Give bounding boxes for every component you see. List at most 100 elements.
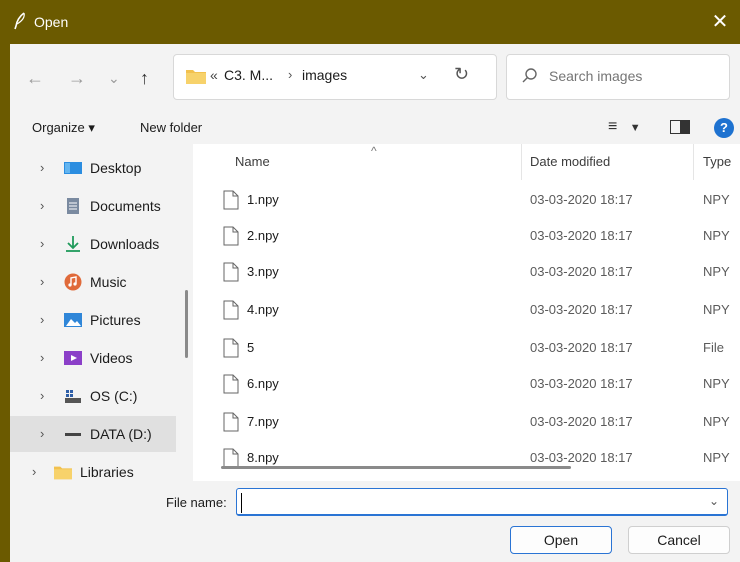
sidebar-item-music[interactable]: › Music <box>10 264 176 300</box>
file-name-input[interactable] <box>241 493 706 513</box>
chevron-right-icon[interactable]: › <box>40 236 44 251</box>
file-icon <box>223 412 239 432</box>
sidebar-item-downloads[interactable]: › Downloads <box>10 226 176 262</box>
open-button[interactable]: Open <box>510 526 612 554</box>
column-header-name[interactable]: Name <box>235 154 270 169</box>
sidebar-item-label: Documents <box>90 198 161 214</box>
music-icon <box>64 273 82 291</box>
chevron-right-icon[interactable]: › <box>40 160 44 175</box>
column-divider[interactable] <box>693 144 694 180</box>
chevron-right-icon[interactable]: › <box>40 198 44 213</box>
sidebar-item-label: Music <box>90 274 127 290</box>
file-icon <box>223 190 239 210</box>
caret-down-icon: ▼ <box>629 122 641 134</box>
help-icon: ? <box>720 120 728 135</box>
navigation-bar: ← → ⌄ ↑ « C3. M... › images ⌄ ↻ <box>10 44 740 112</box>
close-button[interactable]: ✕ <box>700 0 740 44</box>
table-row[interactable]: 8.npy 03-03-2020 18:17 NPY <box>193 440 740 476</box>
table-row[interactable]: 1.npy 03-03-2020 18:17 NPY <box>193 182 740 218</box>
back-button[interactable]: ← <box>26 68 44 89</box>
up-button[interactable]: ↑ <box>140 68 149 89</box>
chevron-right-icon[interactable]: › <box>40 388 44 403</box>
file-type: NPY <box>703 414 730 429</box>
file-icon <box>223 374 239 394</box>
cancel-button[interactable]: Cancel <box>628 526 730 554</box>
open-file-dialog: Open ✕ ← → ⌄ ↑ « C3. M... › images ⌄ ↻ S… <box>0 0 740 562</box>
new-folder-button[interactable]: New folder <box>140 120 202 135</box>
sidebar-item-data-d[interactable]: › DATA (D:) <box>10 416 176 452</box>
column-divider[interactable] <box>521 144 522 180</box>
command-bar: Organize ▾ New folder ≡ ▼ ? <box>10 112 740 144</box>
drive-c-icon <box>65 390 81 403</box>
chevron-down-icon[interactable]: ⌄ <box>709 494 719 508</box>
column-header-type[interactable]: Type <box>703 154 731 169</box>
sidebar-item-label: DATA (D:) <box>90 426 152 442</box>
file-list-horizontal-scrollbar[interactable] <box>221 466 571 469</box>
address-segment-current[interactable]: images <box>302 67 347 83</box>
file-name: 7.npy <box>247 414 279 429</box>
file-icon <box>223 300 239 320</box>
table-row[interactable]: 2.npy 03-03-2020 18:17 NPY <box>193 218 740 254</box>
sidebar-scrollbar[interactable] <box>185 290 188 358</box>
sidebar-item-pictures[interactable]: › Pictures <box>10 302 176 338</box>
file-name: 2.npy <box>247 228 279 243</box>
file-date: 03-03-2020 18:17 <box>530 228 633 243</box>
pictures-icon <box>64 313 82 327</box>
address-segment-parent[interactable]: C3. M... <box>224 67 273 83</box>
file-name-label: File name: <box>166 495 227 510</box>
sidebar-item-os-c[interactable]: › OS (C:) <box>10 378 176 414</box>
videos-icon <box>64 351 82 365</box>
downloads-icon <box>66 236 80 252</box>
chevron-right-icon[interactable]: › <box>40 426 44 441</box>
file-icon <box>223 338 239 358</box>
sidebar-item-libraries[interactable]: › Libraries <box>10 454 176 481</box>
chevron-right-icon[interactable]: › <box>40 312 44 327</box>
libraries-icon <box>54 466 72 480</box>
navigation-pane: › Desktop › Documents › Downloads › Musi… <box>10 144 193 481</box>
table-row[interactable]: 7.npy 03-03-2020 18:17 NPY <box>193 404 740 440</box>
window-title: Open <box>34 14 69 30</box>
chevron-right-icon[interactable]: › <box>288 67 292 82</box>
table-row[interactable]: 5 03-03-2020 18:17 File <box>193 330 740 366</box>
view-options-button[interactable]: ≡ ▼ <box>608 118 641 136</box>
organize-button[interactable]: Organize ▾ <box>32 120 95 136</box>
help-button[interactable]: ? <box>714 118 734 138</box>
sidebar-item-desktop[interactable]: › Desktop <box>10 150 176 186</box>
file-name-combobox[interactable]: ⌄ <box>236 488 728 516</box>
preview-pane-icon[interactable] <box>670 120 690 134</box>
forward-button[interactable]: → <box>68 68 86 89</box>
table-row[interactable]: 4.npy 03-03-2020 18:17 NPY <box>193 292 740 328</box>
chevron-right-icon[interactable]: › <box>40 350 44 365</box>
list-view-icon: ≡ <box>608 118 618 135</box>
table-row[interactable]: 6.npy 03-03-2020 18:17 NPY <box>193 366 740 402</box>
table-row[interactable]: 3.npy 03-03-2020 18:17 NPY <box>193 254 740 290</box>
sidebar-item-videos[interactable]: › Videos <box>10 340 176 376</box>
file-type: NPY <box>703 376 730 391</box>
search-box[interactable] <box>506 54 730 100</box>
file-type: NPY <box>703 450 730 465</box>
file-icon <box>223 226 239 246</box>
address-bar[interactable]: « C3. M... › images ⌄ ↻ <box>173 54 497 100</box>
chevron-right-icon[interactable]: › <box>40 274 44 289</box>
sort-ascending-icon: ^ <box>371 144 377 158</box>
sidebar-item-documents[interactable]: › Documents <box>10 188 176 224</box>
file-date: 03-03-2020 18:17 <box>530 414 633 429</box>
file-type: NPY <box>703 228 730 243</box>
search-icon <box>522 68 537 83</box>
file-name: 6.npy <box>247 376 279 391</box>
chevron-down-icon[interactable]: ⌄ <box>418 67 429 83</box>
address-overflow[interactable]: « <box>210 67 218 83</box>
column-header-date-modified[interactable]: Date modified <box>530 154 610 169</box>
chevron-right-icon[interactable]: › <box>32 464 36 479</box>
file-date: 03-03-2020 18:17 <box>530 376 633 391</box>
file-icon <box>223 262 239 282</box>
refresh-icon[interactable]: ↻ <box>454 64 469 85</box>
drive-d-icon <box>65 433 81 436</box>
recent-locations-button[interactable]: ⌄ <box>108 70 120 87</box>
search-input[interactable] <box>547 67 721 85</box>
title-bar: Open ✕ <box>0 0 740 44</box>
file-type: File <box>703 340 724 355</box>
documents-icon <box>67 198 79 214</box>
file-type: NPY <box>703 192 730 207</box>
sidebar-item-label: Desktop <box>90 160 142 176</box>
